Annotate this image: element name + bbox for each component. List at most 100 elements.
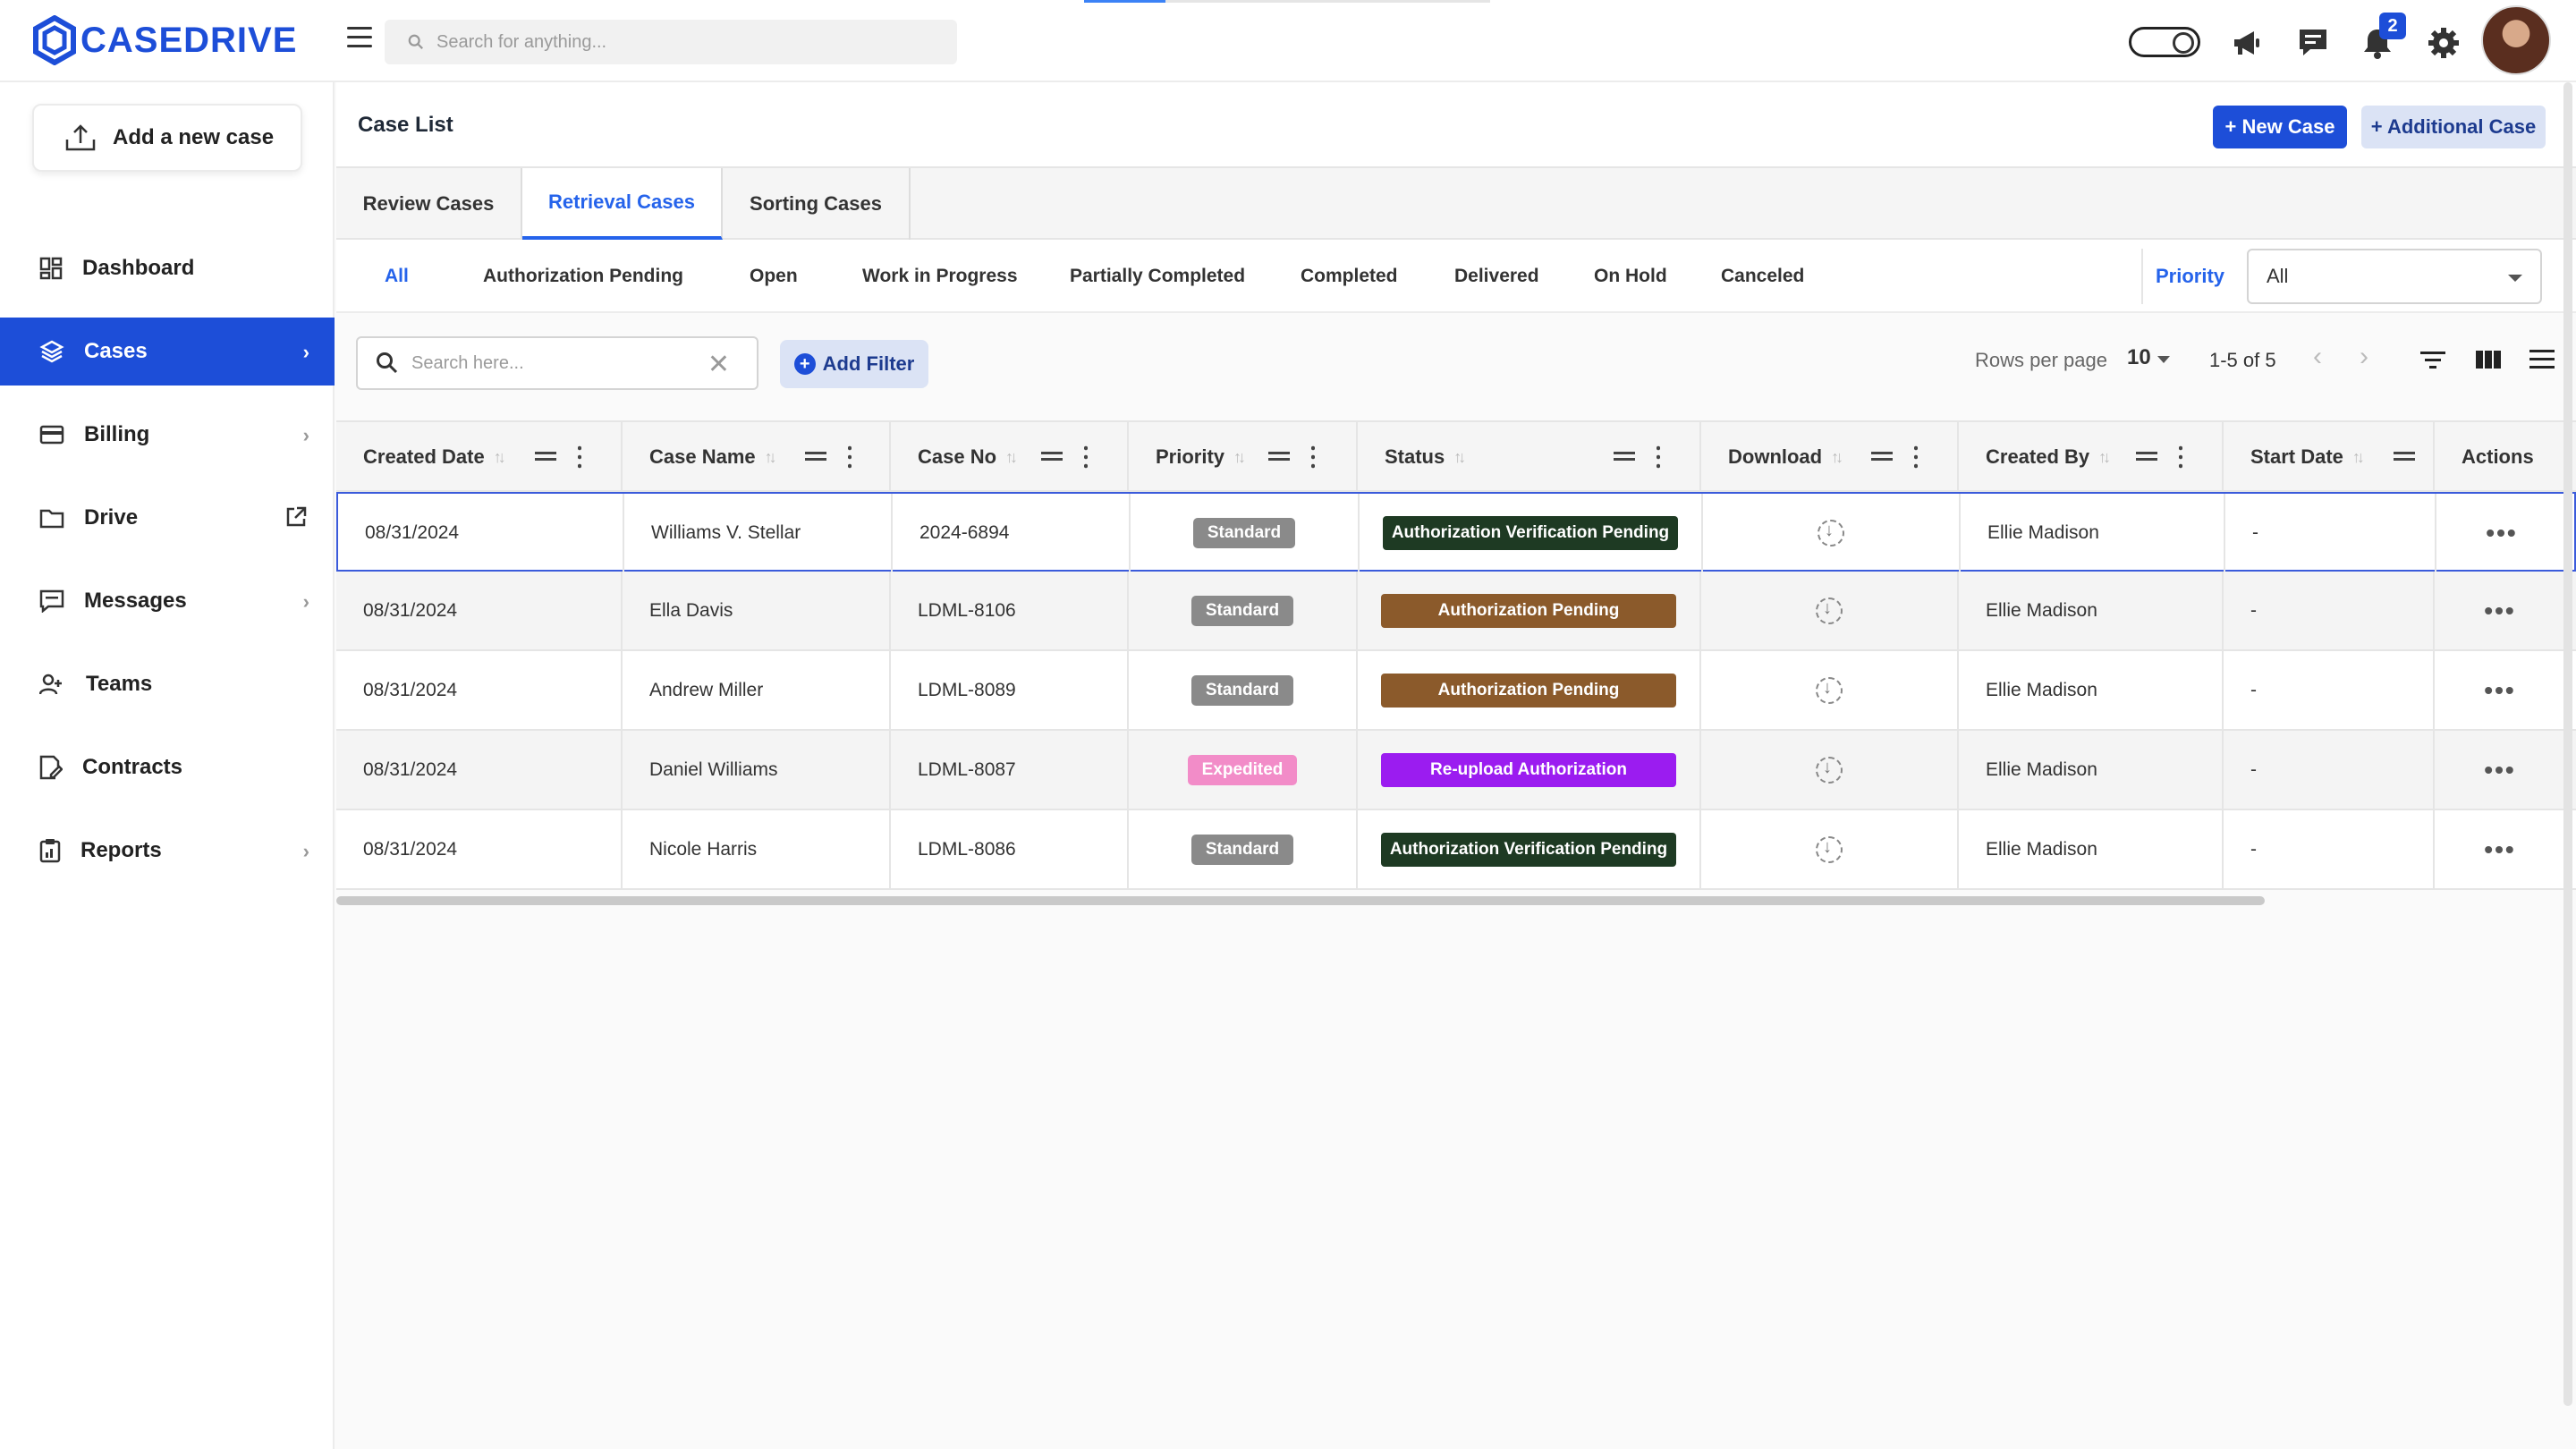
column-header-created-by[interactable]: Created By ↑↓ <box>1959 422 2224 492</box>
filter-authorization-pending[interactable]: Authorization Pending <box>483 240 683 313</box>
table-row[interactable]: 08/31/2024 Nicole Harris LDML-8086 Stand… <box>336 810 2576 890</box>
sort-icon[interactable]: ↑↓ <box>1453 448 1466 467</box>
tab-retrieval-cases[interactable]: Retrieval Cases <box>522 168 723 240</box>
additional-case-button[interactable]: + Additional Case <box>2361 106 2546 148</box>
filter-delivered[interactable]: Delivered <box>1454 240 1539 313</box>
new-case-button[interactable]: + New Case <box>2213 106 2347 148</box>
drag-handle-icon[interactable] <box>1268 452 1290 461</box>
rows-per-page-select[interactable]: 10 <box>2127 345 2151 370</box>
dashboard-icon <box>39 257 63 280</box>
sort-icon[interactable]: ↑↓ <box>1233 448 1246 467</box>
priority-badge: Standard <box>1191 674 1294 706</box>
table-row[interactable]: 08/31/2024 Williams V. Stellar 2024-6894… <box>336 492 2576 572</box>
megaphone-icon[interactable] <box>2229 25 2265 61</box>
sort-icon[interactable]: ↑↓ <box>1005 448 1018 467</box>
filter-canceled[interactable]: Canceled <box>1721 240 1804 313</box>
app-logo[interactable]: CASEDRIVE <box>32 13 297 68</box>
case-table: Created Date ↑↓ Case Name ↑↓ Case No ↑↓ Pri… <box>336 420 2576 905</box>
global-search-input[interactable]: Search for anything... <box>385 20 957 64</box>
cell-case-name[interactable]: Daniel Williams <box>623 731 891 809</box>
tab-review-cases[interactable]: Review Cases <box>336 168 522 240</box>
filter-completed[interactable]: Completed <box>1301 240 1398 313</box>
download-icon[interactable] <box>1816 676 1843 704</box>
more-actions-icon[interactable]: ••• <box>2486 519 2517 547</box>
column-header-start-date[interactable]: Start Date ↑↓ <box>2224 422 2435 492</box>
column-header-status[interactable]: Status ↑↓ <box>1358 422 1701 492</box>
filter-work-in-progress[interactable]: Work in Progress <box>862 240 1018 313</box>
columns-icon[interactable] <box>2474 345 2503 374</box>
download-icon[interactable] <box>1816 835 1843 863</box>
sort-icon[interactable]: ↑↓ <box>494 448 506 467</box>
cell-case-no: LDML-8087 <box>891 731 1129 809</box>
column-header-created-date[interactable]: Created Date ↑↓ <box>336 422 623 492</box>
filter-all[interactable]: All <box>385 240 409 313</box>
column-menu-icon[interactable] <box>1657 444 1660 469</box>
tab-sorting-cases[interactable]: Sorting Cases <box>723 168 911 240</box>
sort-icon[interactable]: ↑↓ <box>2098 448 2111 467</box>
column-menu-icon[interactable] <box>1914 444 1918 469</box>
column-menu-icon[interactable] <box>848 444 852 469</box>
drag-handle-icon[interactable] <box>1041 452 1063 461</box>
more-actions-icon[interactable]: ••• <box>2484 756 2515 784</box>
cell-case-name[interactable]: Ella Davis <box>623 572 891 649</box>
column-menu-icon[interactable] <box>578 444 581 469</box>
download-icon[interactable] <box>1818 519 1844 547</box>
table-row[interactable]: 08/31/2024 Daniel Williams LDML-8087 Exp… <box>336 731 2576 810</box>
sidebar-item-billing[interactable]: Billing › <box>0 401 335 469</box>
filter-list-icon[interactable] <box>2419 345 2447 374</box>
sort-icon[interactable]: ↑↓ <box>2352 448 2365 467</box>
drag-handle-icon[interactable] <box>2136 452 2157 461</box>
cell-case-name[interactable]: Andrew Miller <box>623 651 891 729</box>
priority-select[interactable]: All <box>2247 249 2542 304</box>
chat-icon[interactable] <box>2295 25 2331 61</box>
add-filter-button[interactable]: + Add Filter <box>780 340 928 388</box>
sidebar-item-dashboard[interactable]: Dashboard <box>0 234 335 302</box>
sort-icon[interactable]: ↑↓ <box>1831 448 1843 467</box>
column-header-case-name[interactable]: Case Name ↑↓ <box>623 422 891 492</box>
column-menu-icon[interactable] <box>1084 444 1088 469</box>
sort-icon[interactable]: ↑↓ <box>765 448 777 467</box>
sidebar-item-drive[interactable]: Drive <box>0 484 335 552</box>
column-header-case-no[interactable]: Case No ↑↓ <box>891 422 1129 492</box>
theme-toggle[interactable] <box>2129 27 2200 57</box>
cell-case-name[interactable]: Williams V. Stellar <box>624 494 893 572</box>
close-icon[interactable]: ✕ <box>708 352 730 378</box>
sidebar-item-contracts[interactable]: Contracts <box>0 733 335 801</box>
chevron-right-icon[interactable]: › <box>2360 342 2368 372</box>
gear-icon[interactable] <box>2426 25 2462 61</box>
drag-handle-icon[interactable] <box>805 452 826 461</box>
column-header-download[interactable]: Download ↑↓ <box>1701 422 1959 492</box>
table-search-input[interactable]: Search here... ✕ <box>356 336 758 390</box>
download-icon[interactable] <box>1816 597 1843 624</box>
filter-open[interactable]: Open <box>750 240 798 313</box>
cell-download <box>1701 572 1959 649</box>
column-header-priority[interactable]: Priority ↑↓ <box>1129 422 1358 492</box>
drag-handle-icon[interactable] <box>2394 452 2415 461</box>
more-actions-icon[interactable]: ••• <box>2484 676 2515 705</box>
drag-handle-icon[interactable] <box>1614 452 1635 461</box>
table-row[interactable]: 08/31/2024 Ella Davis LDML-8106 Standard… <box>336 572 2576 651</box>
vertical-scrollbar[interactable] <box>2563 82 2572 1406</box>
download-icon[interactable] <box>1816 756 1843 784</box>
cell-case-name[interactable]: Nicole Harris <box>623 810 891 888</box>
more-actions-icon[interactable]: ••• <box>2484 597 2515 625</box>
filter-partially-completed[interactable]: Partially Completed <box>1070 240 1245 313</box>
density-icon[interactable] <box>2528 345 2556 374</box>
filter-on-hold[interactable]: On Hold <box>1594 240 1667 313</box>
column-menu-icon[interactable] <box>1311 444 1315 469</box>
sidebar-item-reports[interactable]: Reports › <box>0 817 335 885</box>
chevron-left-icon[interactable]: ‹ <box>2313 342 2322 372</box>
drag-handle-icon[interactable] <box>1871 452 1893 461</box>
sidebar-item-teams[interactable]: Teams <box>0 650 335 718</box>
sidebar-item-cases[interactable]: Cases › <box>0 318 335 386</box>
table-row[interactable]: 08/31/2024 Andrew Miller LDML-8089 Stand… <box>336 651 2576 731</box>
chevron-right-icon: › <box>302 590 309 613</box>
drag-handle-icon[interactable] <box>535 452 556 461</box>
horizontal-scrollbar[interactable] <box>336 896 2265 905</box>
column-menu-icon[interactable] <box>2179 444 2182 469</box>
avatar[interactable] <box>2481 5 2551 75</box>
more-actions-icon[interactable]: ••• <box>2484 835 2515 864</box>
add-case-button[interactable]: Add a new case <box>32 104 302 172</box>
menu-icon[interactable] <box>347 27 372 52</box>
sidebar-item-messages[interactable]: Messages › <box>0 567 335 635</box>
